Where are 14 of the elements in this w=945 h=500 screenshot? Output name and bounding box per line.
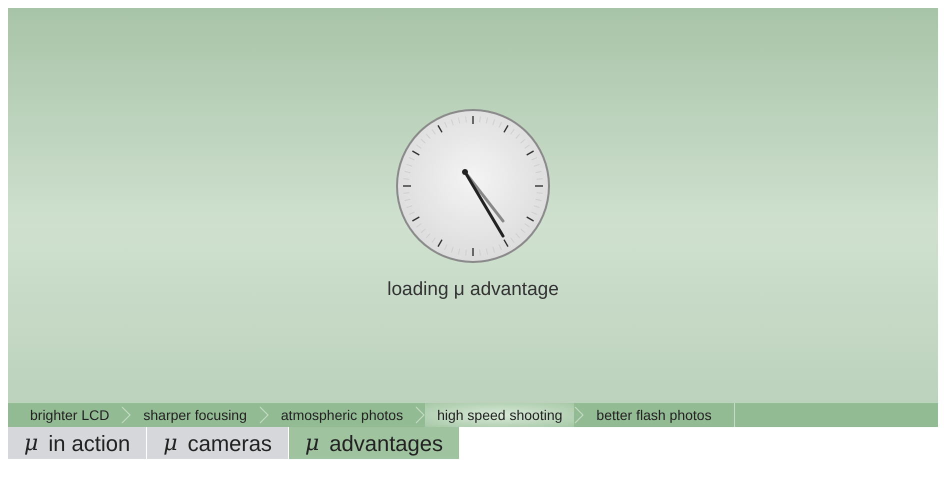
breadcrumb-item[interactable]: high speed shooting — [425, 403, 574, 427]
loading-caption: loading μ advantage — [387, 278, 559, 302]
nav-tab[interactable]: μ advantages — [288, 427, 460, 459]
chevron-icon — [574, 406, 584, 424]
chevron-icon — [258, 406, 269, 424]
chevron-icon — [121, 406, 132, 424]
breadcrumb-item[interactable]: atmospheric photos — [268, 403, 416, 427]
clock-icon — [393, 106, 553, 266]
breadcrumb-item[interactable]: better flash photos — [584, 403, 724, 427]
breadcrumb-item[interactable]: sharper focusing — [131, 403, 259, 427]
breadcrumb-item[interactable]: brighter LCD — [8, 403, 122, 427]
nav-tab[interactable]: μ cameras — [147, 427, 289, 459]
nav-tab[interactable]: μ in action — [8, 427, 148, 459]
chevron-icon — [415, 406, 426, 424]
